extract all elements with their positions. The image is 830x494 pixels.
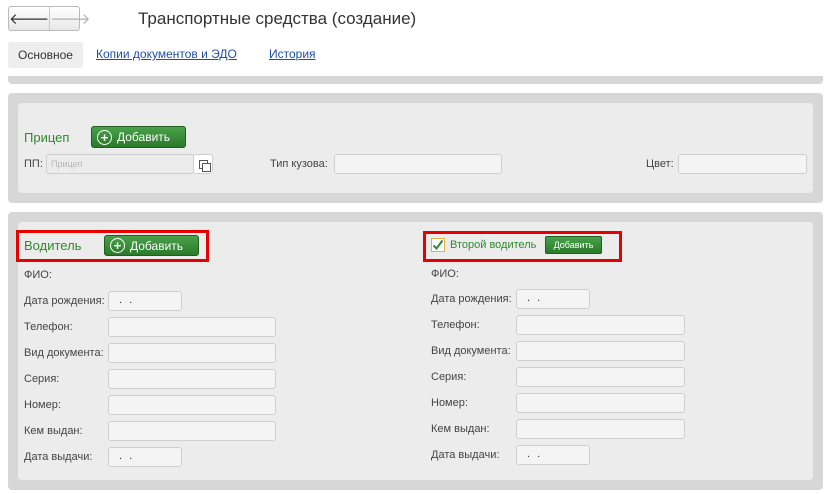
second-driver-checkbox[interactable] <box>431 238 445 252</box>
forward-button[interactable]: 🡒 <box>49 7 90 30</box>
trailer-add-button[interactable]: + Добавить <box>91 126 186 148</box>
trailer-panel-inner <box>18 103 813 193</box>
arrow-left-icon: 🡐 <box>9 11 50 28</box>
driver-doc-type-input[interactable] <box>108 343 276 363</box>
pp-label: ПП: <box>24 158 43 170</box>
plus-circle-icon: + <box>110 238 125 253</box>
driver-issued-by-label: Кем выдан: <box>24 425 83 437</box>
plus-circle-icon: + <box>97 129 112 145</box>
driver-title: Водитель <box>24 238 82 253</box>
second-driver-phone-label: Телефон: <box>431 319 480 331</box>
tab-main[interactable]: Основное <box>8 42 83 68</box>
trailer-title: Прицеп <box>24 130 70 145</box>
driver-issued-by-input[interactable] <box>108 421 276 441</box>
second-driver-title: Второй водитель <box>450 239 537 251</box>
second-driver-issued-by-input[interactable] <box>516 419 685 439</box>
back-button[interactable]: 🡐 <box>9 7 49 30</box>
trailer-panel <box>8 93 823 203</box>
second-driver-issued-by-label: Кем выдан: <box>431 423 490 435</box>
second-driver-number-label: Номер: <box>431 397 468 409</box>
second-driver-birth-date-label: Дата рождения: <box>431 293 512 305</box>
open-form-icon <box>198 159 211 172</box>
second-driver-doc-type-input[interactable] <box>516 341 685 361</box>
driver-series-label: Серия: <box>24 373 60 385</box>
driver-birth-date-input[interactable]: . . <box>108 291 182 311</box>
second-driver-number-input[interactable] <box>516 393 685 413</box>
color-label: Цвет: <box>646 158 674 170</box>
arrow-right-icon: 🡒 <box>50 11 91 28</box>
body-type-input[interactable] <box>334 154 502 174</box>
pp-input[interactable]: Прицеп <box>46 154 194 174</box>
driver-birth-date-label: Дата рождения: <box>24 295 105 307</box>
second-driver-series-input[interactable] <box>516 367 685 387</box>
driver-fio-label: ФИО: <box>24 269 52 281</box>
checkmark-icon <box>432 239 444 251</box>
second-driver-add-button[interactable]: Добавить <box>545 236 602 254</box>
second-driver-fio-label: ФИО: <box>431 268 459 280</box>
second-driver-phone-input[interactable] <box>516 315 685 335</box>
second-driver-issue-date-input[interactable]: . . <box>516 445 590 465</box>
driver-phone-label: Телефон: <box>24 321 73 333</box>
driver-issue-date-label: Дата выдачи: <box>24 451 93 463</box>
driver-number-input[interactable] <box>108 395 276 415</box>
second-driver-issue-date-label: Дата выдачи: <box>431 449 500 461</box>
tab-documents-edo[interactable]: Копии документов и ЭДО <box>96 47 237 61</box>
page-title: Транспортные средства (создание) <box>138 9 417 28</box>
driver-doc-type-label: Вид документа: <box>24 347 104 359</box>
collapsed-panel <box>8 76 823 84</box>
tab-history[interactable]: История <box>269 47 316 61</box>
driver-add-button[interactable]: + Добавить <box>104 235 199 256</box>
second-driver-birth-date-input[interactable]: . . <box>516 289 590 309</box>
color-input[interactable] <box>678 154 807 174</box>
second-driver-doc-type-label: Вид документа: <box>431 345 511 357</box>
driver-phone-input[interactable] <box>108 317 276 337</box>
driver-series-input[interactable] <box>108 369 276 389</box>
body-type-label: Тип кузова: <box>270 158 328 170</box>
pp-open-button[interactable] <box>193 154 213 174</box>
second-driver-series-label: Серия: <box>431 371 467 383</box>
driver-add-label: Добавить <box>130 238 184 253</box>
driver-number-label: Номер: <box>24 399 61 411</box>
navigation-buttons: 🡐 🡒 <box>8 6 90 31</box>
trailer-add-label: Добавить <box>117 130 171 144</box>
driver-issue-date-input[interactable]: . . <box>108 447 182 467</box>
